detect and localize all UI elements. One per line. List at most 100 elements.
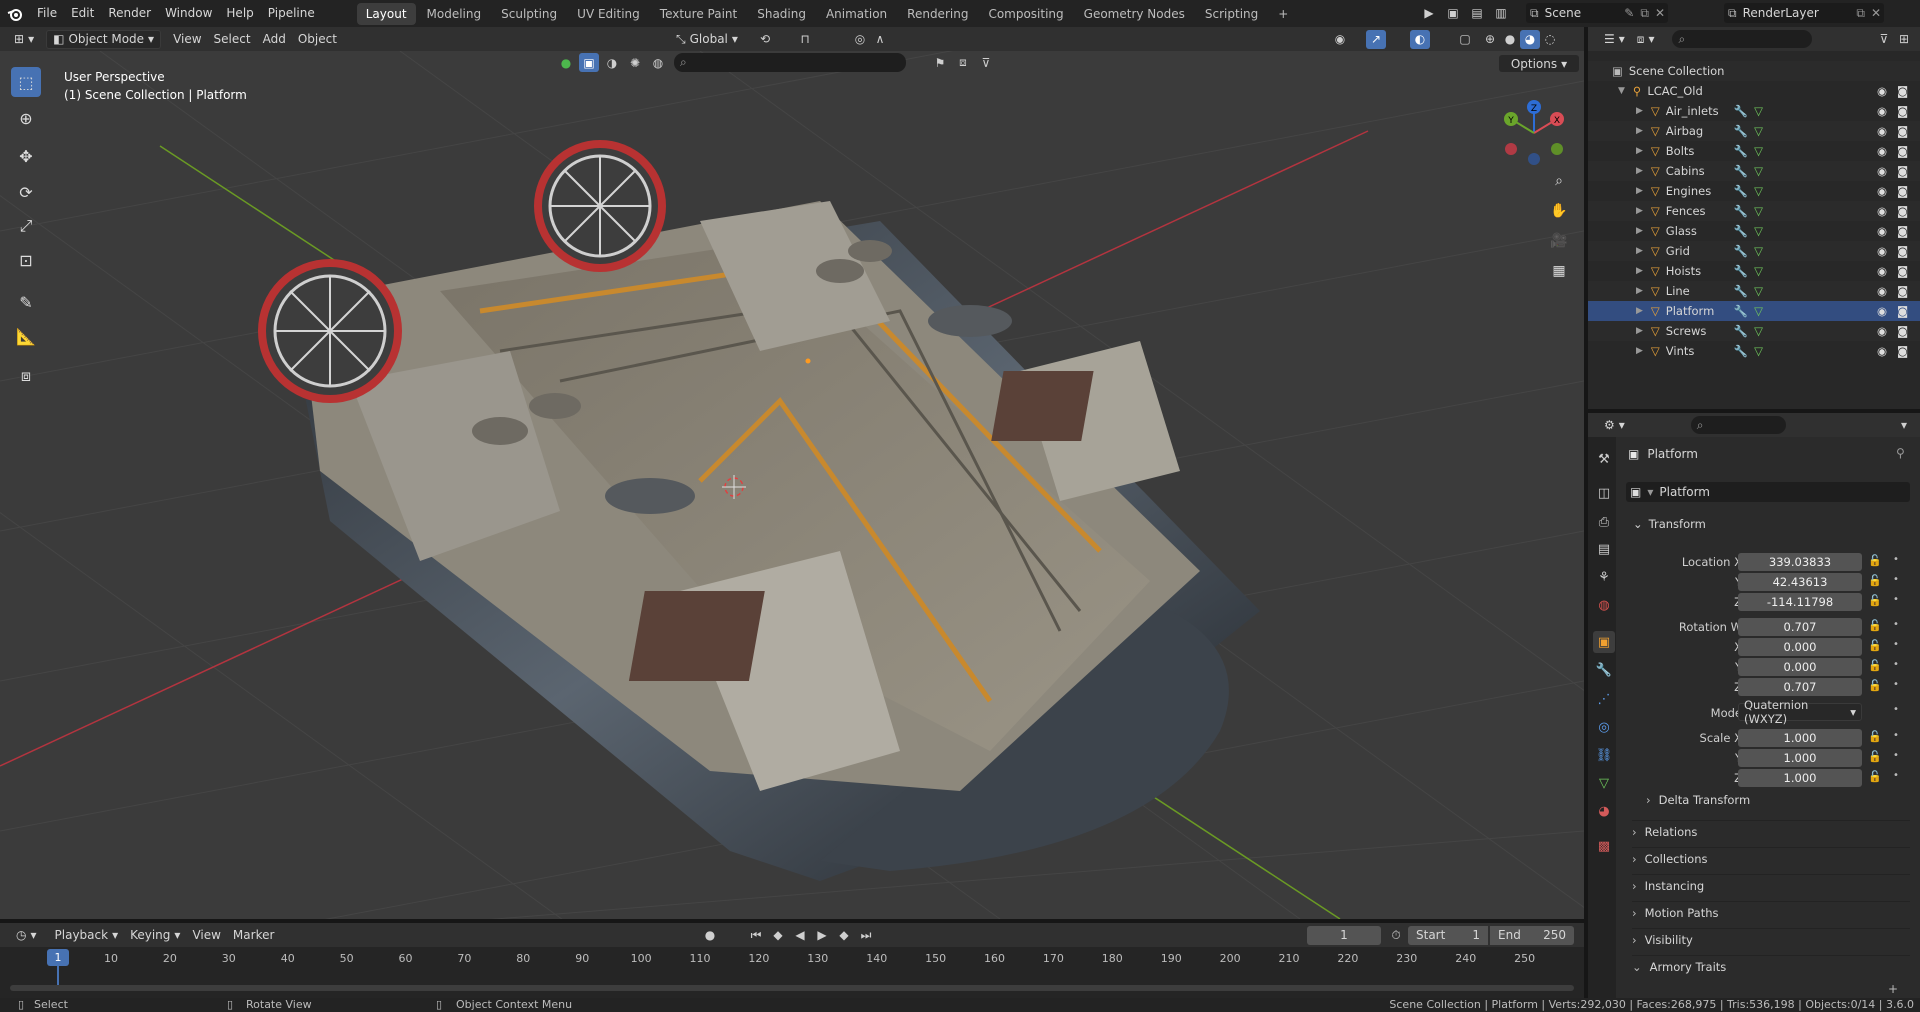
expand-arrow-icon[interactable]: ▶ <box>1636 306 1643 316</box>
playhead-frame-label[interactable]: 1 <box>47 949 69 966</box>
timeline-scrollbar[interactable] <box>10 985 1574 991</box>
physics-icon[interactable]: ◎ <box>1593 716 1615 738</box>
outliner-item-platform[interactable]: ▶ ▽ Platform 🔧 ▽ ◉ ◙ <box>1588 301 1920 321</box>
mode-dropdown[interactable]: ◧ Object Mode ▾ <box>46 29 162 49</box>
zoom-icon[interactable]: ⌕ <box>1547 169 1571 193</box>
visibility-eye-icon[interactable]: ◉ <box>1877 224 1887 238</box>
outliner-item-airbag[interactable]: ▶ ▽ Airbag 🔧 ▽ ◉ ◙ <box>1588 121 1920 141</box>
display-mode-icon[interactable]: ⧈ <box>953 53 973 72</box>
lock-icon[interactable]: 🔓 <box>1868 639 1882 652</box>
wireframe-shading-icon[interactable]: ⊕ <box>1480 30 1500 49</box>
add-workspace-button[interactable]: + <box>1269 3 1297 25</box>
object-properties-icon[interactable]: ▣ <box>1593 631 1615 653</box>
add-cube-tool[interactable]: ⧈ <box>11 361 41 391</box>
expand-arrow-icon[interactable]: ▶ <box>1636 266 1643 276</box>
lock-icon[interactable]: 🔓 <box>1868 619 1882 632</box>
expand-arrow-icon[interactable]: ▶ <box>1636 106 1643 116</box>
scale-x-field[interactable]: 1.000 <box>1738 729 1862 747</box>
panel-relations[interactable]: › Relations <box>1632 820 1910 839</box>
scale-tool[interactable]: ⤢ <box>11 211 41 241</box>
expand-arrow-icon[interactable]: ▶ <box>1636 286 1643 296</box>
lock-icon[interactable]: 🔓 <box>1868 679 1882 692</box>
measure-tool[interactable]: 📐 <box>11 321 41 351</box>
outliner-item-hoists[interactable]: ▶ ▽ Hoists 🔧 ▽ ◉ ◙ <box>1588 261 1920 281</box>
panel-motion-paths[interactable]: › Motion Paths <box>1632 901 1910 920</box>
lock-icon[interactable]: 🔓 <box>1868 730 1882 743</box>
play-icon[interactable]: ▶ <box>812 926 832 945</box>
keyframe-dot-icon[interactable]: • <box>1893 594 1899 605</box>
scene-collection-row[interactable]: ▣ Scene Collection <box>1588 61 1920 81</box>
material-shading-icon[interactable]: ◕ <box>1520 29 1540 49</box>
xray-icon[interactable]: ▢ <box>1455 30 1475 49</box>
visibility-eye-icon[interactable]: ◉ <box>1877 344 1887 358</box>
timeline-menu-keying[interactable]: Keying ▾ <box>124 926 186 945</box>
stopwatch-icon[interactable]: ⏱ <box>1386 926 1406 945</box>
rotate-tool[interactable]: ⟳ <box>11 177 41 207</box>
workspace-tab-shading[interactable]: Shading <box>748 3 815 25</box>
camera-render-icon[interactable]: ◙ <box>1897 124 1908 138</box>
keyframe-dot-icon[interactable]: • <box>1893 574 1899 585</box>
location-z-field[interactable]: -114.11798 <box>1738 593 1862 611</box>
play-reverse-icon[interactable]: ◀ <box>790 926 810 945</box>
panel-armory-traits[interactable]: ⌄ Armory Traits <box>1632 955 1910 974</box>
keyframe-dot-icon[interactable]: • <box>1893 730 1899 741</box>
scale-z-field[interactable]: 1.000 <box>1738 769 1862 787</box>
snap-icon[interactable]: ⊓ <box>795 30 815 49</box>
workspace-tab-geometry-nodes[interactable]: Geometry Nodes <box>1075 3 1194 25</box>
visibility-eye-icon[interactable]: ◉ <box>1877 104 1887 118</box>
play-icon[interactable]: ▶ <box>1419 3 1439 22</box>
menu-render[interactable]: Render <box>101 0 158 27</box>
keyframe-dot-icon[interactable]: • <box>1893 770 1899 781</box>
camera-render-icon[interactable]: ◙ <box>1897 304 1908 318</box>
outliner-item-line[interactable]: ▶ ▽ Line 🔧 ▽ ◉ ◙ <box>1588 281 1920 301</box>
visibility-eye-icon[interactable]: ◉ <box>1877 124 1887 138</box>
camera-render-icon[interactable]: ◙ <box>1897 284 1908 298</box>
collection-row-lcac[interactable]: ▼ ⚲ LCAC_Old ◉ ◙ <box>1588 81 1920 101</box>
remove-layer-icon[interactable]: ✕ <box>1871 6 1881 20</box>
camera-render-icon[interactable]: ◙ <box>1897 164 1908 178</box>
visibility-eye-icon[interactable]: ◉ <box>1877 144 1887 158</box>
outliner-item-vints[interactable]: ▶ ▽ Vints 🔧 ▽ ◉ ◙ <box>1588 341 1920 361</box>
keyframe-dot-icon[interactable]: • <box>1893 750 1899 761</box>
funnel-filter-icon[interactable]: ⊽ <box>976 53 996 72</box>
3d-viewport[interactable]: User Perspective (1) Scene Collection | … <box>0 51 1584 919</box>
texture-icon[interactable]: ▩ <box>1593 835 1615 857</box>
rendered-shading-icon[interactable]: ◌ <box>1540 30 1560 49</box>
properties-editor-type-button[interactable]: ⚙ ▾ <box>1598 416 1631 435</box>
rotation-y-field[interactable]: 0.000 <box>1738 658 1862 676</box>
transform-tool[interactable]: ⊡ <box>11 245 41 275</box>
camera-render-icon[interactable]: ◙ <box>1897 244 1908 258</box>
start-frame-field[interactable]: Start 1 <box>1408 925 1488 945</box>
copy-scene-icon[interactable]: ⧉ <box>1640 6 1649 21</box>
transform-orientation-dropdown[interactable]: ⤡ Global ▾ <box>670 30 744 49</box>
menu-pipeline[interactable]: Pipeline <box>261 0 322 27</box>
expand-arrow-icon[interactable]: ▶ <box>1636 146 1643 156</box>
options-button[interactable]: Options ▾ <box>1499 55 1579 72</box>
panel-delta-transform[interactable]: › Delta Transform <box>1646 793 1910 807</box>
cursor-tool[interactable]: ⊕ <box>11 103 41 133</box>
scale-y-field[interactable]: 1.000 <box>1738 749 1862 767</box>
panel-collections[interactable]: › Collections <box>1632 847 1910 866</box>
keyframe-dot-icon[interactable]: • <box>1893 659 1899 670</box>
proportional-edit-icon[interactable]: ◎ <box>850 30 870 49</box>
prev-keyframe-icon[interactable]: ◆ <box>768 926 788 945</box>
pin-icon[interactable]: ⚲ <box>1896 446 1905 460</box>
filter-world-icon[interactable]: ◍ <box>648 53 668 72</box>
expand-arrow-icon[interactable]: ▶ <box>1636 206 1643 216</box>
chevron-down-icon[interactable]: ▾ <box>1894 416 1914 435</box>
rotation-mode-dropdown[interactable]: Quaternion (WXYZ) ▾ <box>1738 698 1862 726</box>
falloff-icon[interactable]: ∧ <box>870 30 890 49</box>
menu-window[interactable]: Window <box>158 0 219 27</box>
record-keyframe-icon[interactable]: ● <box>700 926 720 945</box>
gizmo-toggle-icon[interactable]: ↗ <box>1366 29 1386 49</box>
move-tool[interactable]: ✥ <box>11 141 41 171</box>
visibility-eye-icon[interactable]: ◉ <box>1877 84 1887 98</box>
visibility-eye-icon[interactable]: ◉ <box>1877 284 1887 298</box>
lock-icon[interactable]: 🔓 <box>1868 574 1882 587</box>
keyframe-dot-icon[interactable]: • <box>1893 619 1899 630</box>
workspace-tab-texture-paint[interactable]: Texture Paint <box>651 3 746 25</box>
pin-icon[interactable]: ✎ <box>1624 6 1634 20</box>
scene-selector[interactable]: ⧉ Scene ✎ ⧉ ✕ <box>1526 3 1668 23</box>
editor-type-button[interactable]: ⊞ ▾ <box>8 30 40 49</box>
pivot-icon[interactable]: ⟲ <box>755 30 775 49</box>
